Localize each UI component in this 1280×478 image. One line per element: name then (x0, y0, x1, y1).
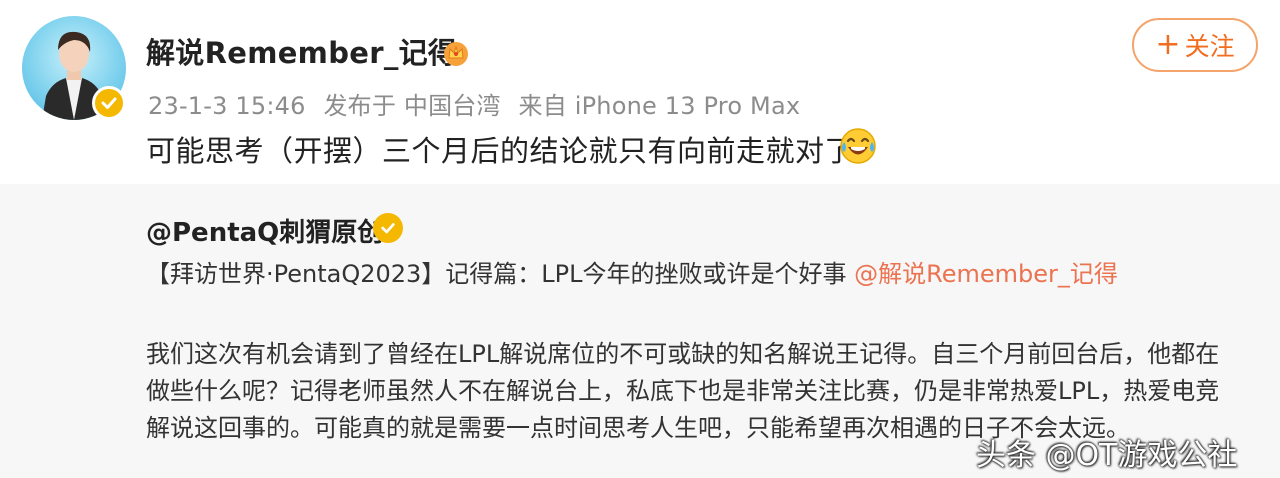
repost-title: 【拜访世界·PentaQ2023】记得篇：LPL今年的挫败或许是个好事 @解说R… (146, 254, 1118, 289)
post-location: 发布于 中国台湾 (323, 92, 501, 120)
verified-badge-icon (92, 86, 126, 120)
post-time[interactable]: 23-1-3 15:46 (148, 92, 306, 120)
repost-body-line: 我们这次有机会请到了曾经在LPL解说席位的不可或缺的知名解说王记得。自三个月前回… (146, 340, 1220, 368)
repost-title-text: 【拜访世界·PentaQ2023】记得篇：LPL今年的挫败或许是个好事 (146, 260, 847, 288)
verified-badge-icon (373, 213, 403, 243)
crown-badge-icon (441, 38, 471, 68)
repost-author[interactable]: @PentaQ刺猬原创 (146, 212, 383, 249)
post-source: 来自 iPhone 13 Pro Max (518, 92, 801, 120)
post-meta: 23-1-3 15:46 发布于 中国台湾 来自 iPhone 13 Pro M… (148, 86, 810, 121)
follow-button[interactable]: + 关注 (1132, 18, 1258, 72)
plus-icon: + (1155, 27, 1181, 62)
laughing-tears-emoji-icon (838, 126, 878, 166)
watermark: 头条 @OT游戏公社 (976, 438, 1238, 473)
weibo-post: 解说Remember_记得 23-1-3 15:46 发布于 中国台湾 来自 i… (0, 0, 1280, 478)
post-text: 可能思考（开摆）三个月后的结论就只有向前走就对了 (146, 134, 855, 168)
follow-label: 关注 (1184, 32, 1235, 61)
repost-body-line: 做些什么呢？记得老师虽然人不在解说台上，私底下也是非常关注比赛，仍是非常热爱LP… (146, 377, 1220, 405)
mention-link[interactable]: @解说Remember_记得 (854, 260, 1118, 288)
author-name[interactable]: 解说Remember_记得 (146, 30, 457, 72)
